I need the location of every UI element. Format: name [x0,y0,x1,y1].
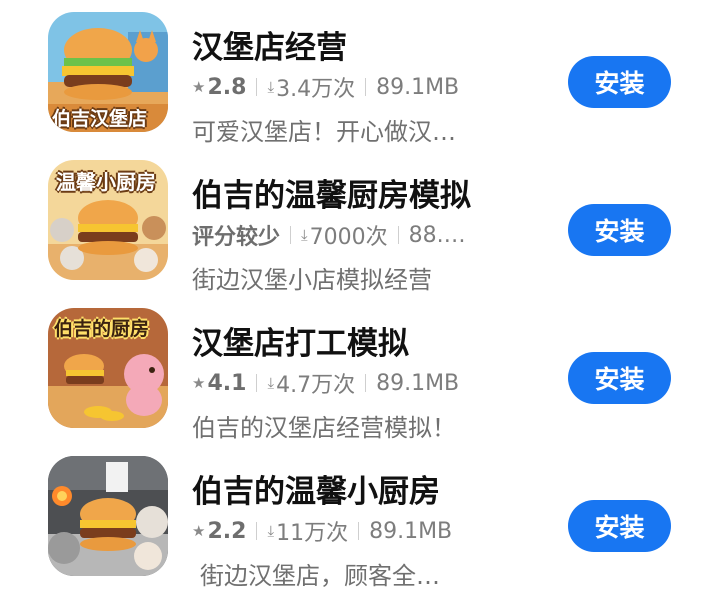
app-list-item[interactable]: 温馨小厨房 伯吉的温馨厨房模拟 评分较少 ⤓ 7000次 88.… 街边汉堡小店… [0,160,719,300]
install-button[interactable]: 安装 [568,500,671,552]
divider [290,226,292,244]
app-size: 89.1MB [369,518,453,544]
divider [256,78,258,96]
app-meta: ★ 2.8 ⤓ 3.4万次 89.1MB [192,71,459,103]
star-icon: ★ [192,374,206,392]
app-title[interactable]: 汉堡店打工模拟 [192,318,409,363]
app-description: 街边汉堡小店模拟经营 [192,266,432,294]
download-icon: ⤓ [267,78,275,96]
app-size: 89.1MB [376,74,460,100]
icon-caption: 温馨小厨房 [56,170,156,194]
divider [397,226,399,244]
app-list-item[interactable]: 伯吉汉堡店 汉堡店经营 ★ 2.8 ⤓ 3.4万次 89.1MB 可爱汉堡店！开… [0,12,719,152]
app-rating: 2.8 [207,74,247,100]
app-icon-burger-shop[interactable]: 伯吉汉堡店 [48,12,168,132]
install-button[interactable]: 安装 [568,56,671,108]
icon-caption: 伯吉汉堡店 [52,108,148,130]
download-icon: ⤓ [267,522,275,540]
app-rating: 2.2 [207,518,247,544]
app-rating: 评分较少 [192,225,281,250]
cozy-small-kitchen-icon [48,456,168,576]
app-size: 88.… [408,222,466,248]
install-button[interactable]: 安装 [568,352,671,404]
divider [365,78,367,96]
app-icon-burger-job[interactable]: 伯吉的厨房 [48,308,168,428]
app-downloads: 4.7万次 [276,373,356,398]
divider [358,522,360,540]
app-meta: 评分较少 ⤓ 7000次 88.… [192,219,466,251]
app-list-item[interactable]: 伯吉的温馨小厨房 ★ 2.2 ⤓ 11万次 89.1MB 街边汉堡店，顾客全… … [0,456,719,596]
download-icon: ⤓ [301,226,308,244]
app-list-item[interactable]: 伯吉的厨房 汉堡店打工模拟 ★ 4.1 ⤓ 4.7万次 89.1MB 伯吉的汉堡… [0,308,719,448]
app-icon-cozy-kitchen[interactable]: 温馨小厨房 [48,160,168,280]
app-size: 89.1MB [376,370,460,396]
app-rating: 4.1 [207,370,247,396]
divider [256,522,258,540]
app-downloads: 11万次 [276,521,349,546]
star-icon: ★ [192,522,206,540]
install-button[interactable]: 安装 [568,204,671,256]
app-title[interactable]: 汉堡店经营 [192,22,347,67]
divider [256,374,258,392]
download-icon: ⤓ [267,374,275,392]
app-downloads: 7000次 [309,225,388,250]
app-meta: ★ 4.1 ⤓ 4.7万次 89.1MB [192,367,459,399]
icon-caption: 伯吉的厨房 [54,318,150,340]
app-description: 街边汉堡店，顾客全… [200,562,440,590]
divider [365,374,367,392]
app-title[interactable]: 伯吉的温馨小厨房 [192,466,440,511]
star-icon: ★ [192,78,206,96]
app-meta: ★ 2.2 ⤓ 11万次 89.1MB [192,515,452,547]
app-description: 伯吉的汉堡店经营模拟！ [192,414,456,442]
app-description: 可爱汉堡店！开心做汉… [192,118,456,146]
app-title[interactable]: 伯吉的温馨厨房模拟 [192,170,471,215]
app-downloads: 3.4万次 [276,77,356,102]
app-icon-cozy-small-kitchen[interactable] [48,456,168,576]
